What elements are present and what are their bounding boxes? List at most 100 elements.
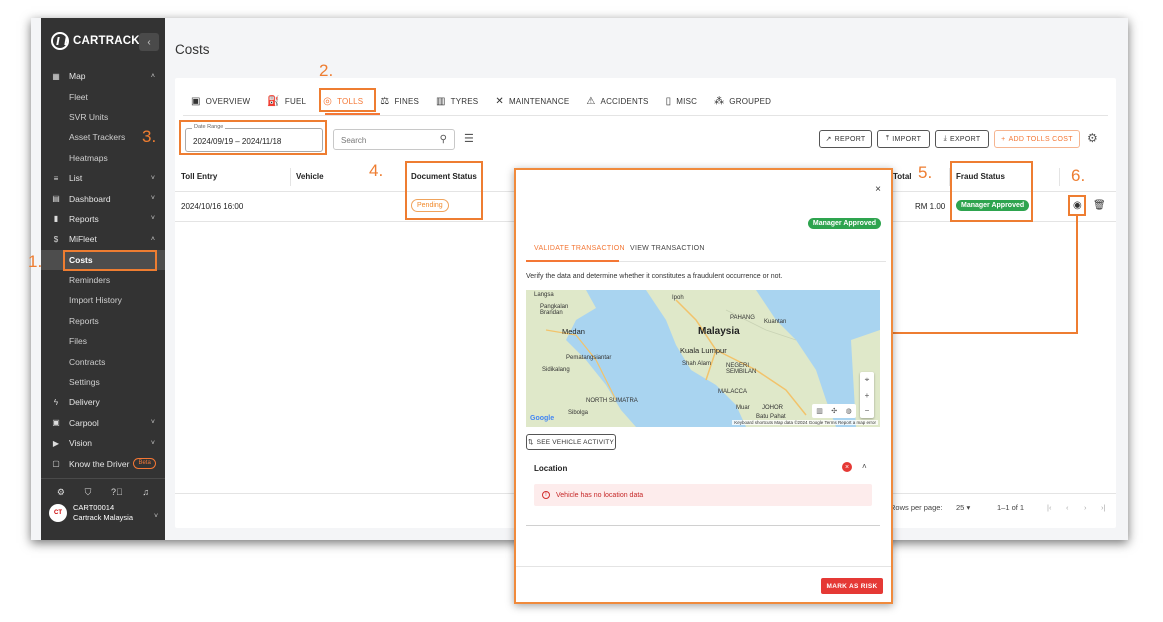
callout-3: 3.	[142, 127, 157, 146]
tab-label: ACCIDENTS	[600, 96, 649, 106]
sidebar-item-label: Import History	[69, 295, 122, 306]
next-page-icon[interactable]: ›	[1084, 503, 1087, 512]
tab-validate-transaction[interactable]: VALIDATE TRANSACTION	[534, 245, 625, 252]
tab-fines[interactable]: ⚖ FINES	[380, 90, 419, 112]
mark-as-risk-button[interactable]: MARK AS RISK	[821, 578, 883, 594]
see-vehicle-activity-button[interactable]: ⇅ SEE VEHICLE ACTIVITY	[526, 434, 616, 450]
import-button[interactable]: ⤒ IMPORT	[877, 130, 930, 148]
tab-overview[interactable]: ▣ OVERVIEW	[191, 90, 250, 112]
trash-icon[interactable]: 🗑	[1093, 200, 1106, 211]
account-switcher[interactable]: CT CART00014 Cartrack Malaysia	[49, 503, 133, 523]
map-zoom-controls: ⌖ + −	[860, 372, 874, 418]
tab-label: FUEL	[284, 96, 307, 106]
sidebar-item-reports[interactable]: Reports	[41, 311, 165, 331]
tab-misc[interactable]: ▯ MISC	[666, 90, 698, 112]
map-label: Muar	[736, 405, 750, 411]
sidebar-item-files[interactable]: Files	[41, 331, 165, 351]
sidebar-item-label: Reminders	[69, 275, 111, 286]
satellite-icon[interactable]: ✣	[831, 407, 837, 415]
globe-icon[interactable]: ◍	[846, 407, 852, 415]
connector-line	[893, 332, 1078, 334]
reports-icon: ▮	[53, 214, 59, 224]
activity-icon: ⇅	[528, 439, 534, 446]
highlight-costs	[63, 250, 157, 271]
search-input[interactable]: Search ⚲	[333, 129, 455, 150]
chevron-down-icon: ˅	[150, 195, 155, 203]
chevron-left-icon: ‹	[147, 36, 151, 48]
sidebar-item-import-history[interactable]: Import History	[41, 290, 165, 310]
search-placeholder: Search	[341, 136, 367, 145]
brand[interactable]: CARTRACK	[51, 28, 140, 54]
last-page-icon[interactable]: ›|	[1101, 503, 1105, 512]
zoom-in-icon[interactable]: +	[865, 391, 870, 400]
sidebar-item-fleet[interactable]: Fleet	[41, 86, 165, 106]
shield-icon[interactable]: ⛉	[85, 487, 92, 498]
help-icon[interactable]: ?⃝	[111, 487, 123, 498]
upload-icon: ⤒	[885, 135, 890, 142]
locate-icon[interactable]: ⌖	[865, 375, 870, 385]
add-tolls-cost-button[interactable]: + ADD TOLLS COST	[994, 130, 1080, 148]
chevron-up-icon[interactable]: ˄	[862, 462, 867, 471]
first-page-icon[interactable]: |‹	[1047, 503, 1051, 512]
sidebar-item-mifleet[interactable]: $ MiFleet ˄	[41, 229, 165, 249]
tab-grouped[interactable]: ⁂ GROUPED	[714, 90, 771, 112]
chevron-up-icon: ˄	[150, 72, 155, 80]
tab-fuel[interactable]: ⛽ FUEL	[267, 90, 306, 112]
tab-accidents[interactable]: ⚠ ACCIDENTS	[586, 90, 648, 112]
sidebar-item-list[interactable]: ≡ List ˅	[41, 168, 165, 188]
report-button-label: REPORT	[834, 135, 866, 143]
sidebar-item-delivery[interactable]: ϟ Delivery	[41, 392, 165, 412]
sidebar-item-settings[interactable]: Settings	[41, 372, 165, 392]
tab-label: OVERVIEW	[205, 96, 251, 106]
sidebar-collapse-button[interactable]: ‹	[139, 33, 159, 51]
sidebar-item-know-the-driver[interactable]: ▢ Know the Driver Beta	[41, 453, 165, 473]
sidebar-item-label: Vision	[69, 438, 92, 449]
sidebar-item-label: Map	[69, 71, 86, 82]
report-button[interactable]: ↗ REPORT	[819, 130, 872, 148]
sidebar-item-label: Know the Driver	[69, 458, 130, 469]
sidebar-item-svr-units[interactable]: SVR Units	[41, 107, 165, 127]
account-code: CART00014	[73, 503, 115, 512]
tab-view-transaction[interactable]: VIEW TRANSACTION	[630, 245, 705, 252]
sidebar-item-label: Carpool	[69, 417, 99, 428]
rows-per-page-value: 25	[956, 503, 965, 512]
sidebar-item-label: Delivery	[69, 397, 100, 408]
header-vehicle[interactable]: Vehicle	[296, 172, 324, 181]
filter-icon[interactable]: ☰	[464, 132, 474, 145]
settings-icon[interactable]: ⚙	[57, 487, 65, 498]
map-label: JOHOR	[762, 405, 783, 411]
sidebar-item-carpool[interactable]: ▣ Carpool ˅	[41, 413, 165, 433]
map-attribution[interactable]: Keyboard shortcuts Map data ©2024 Google…	[732, 420, 878, 425]
rows-per-page-select[interactable]: 25 ▾	[956, 503, 970, 512]
header-toll-entry[interactable]: Toll Entry	[181, 172, 217, 181]
sidebar-item-label: Dashboard	[69, 193, 111, 204]
map-view-icon[interactable]: ▥	[816, 407, 823, 415]
sidebar-item-heatmaps[interactable]: Heatmaps	[41, 148, 165, 168]
import-button-label: IMPORT	[892, 135, 922, 143]
tab-maintenance[interactable]: ✕ MAINTENANCE	[495, 90, 569, 112]
location-map[interactable]: Langsa Ipoh Pangkalan Brandan Medan Mala…	[526, 290, 880, 427]
sidebar-item-contracts[interactable]: Contracts	[41, 351, 165, 371]
tab-tyres[interactable]: ▥ TYRES	[436, 90, 478, 112]
export-button[interactable]: ⤓ EXPORT	[935, 130, 989, 148]
prev-page-icon[interactable]: ‹	[1066, 503, 1069, 512]
accidents-icon: ⚠	[586, 95, 596, 107]
chevron-down-icon[interactable]: ˅	[154, 513, 158, 520]
screenshot-stage: CARTRACK ‹ ▦ Map ˄ Fleet SVR Units Asset Trac…	[0, 0, 1163, 622]
sidebar-item-reports[interactable]: ▮ Reports ˅	[41, 209, 165, 229]
sidebar-item-reminders[interactable]: Reminders	[41, 270, 165, 290]
sidebar-item-vision[interactable]: ▶ Vision ˅	[41, 433, 165, 453]
error-icon: ×	[842, 462, 852, 472]
table-settings-icon[interactable]: ⚙	[1087, 131, 1098, 145]
sidebar-item-map[interactable]: ▦ Map ˄	[41, 66, 165, 86]
tab-label: FINES	[394, 96, 420, 106]
sidebar-item-dashboard[interactable]: ▤ Dashboard ˅	[41, 188, 165, 208]
tab-label: GROUPED	[729, 96, 772, 106]
header-total[interactable]: Total	[893, 172, 912, 181]
bell-icon[interactable]: ♫	[142, 487, 149, 498]
sidebar-item-label: List	[69, 173, 83, 184]
zoom-out-icon[interactable]: −	[865, 406, 870, 415]
maintenance-icon: ✕	[495, 95, 504, 107]
map-label: Kuantan	[764, 319, 787, 325]
close-icon[interactable]: ×	[875, 184, 881, 195]
